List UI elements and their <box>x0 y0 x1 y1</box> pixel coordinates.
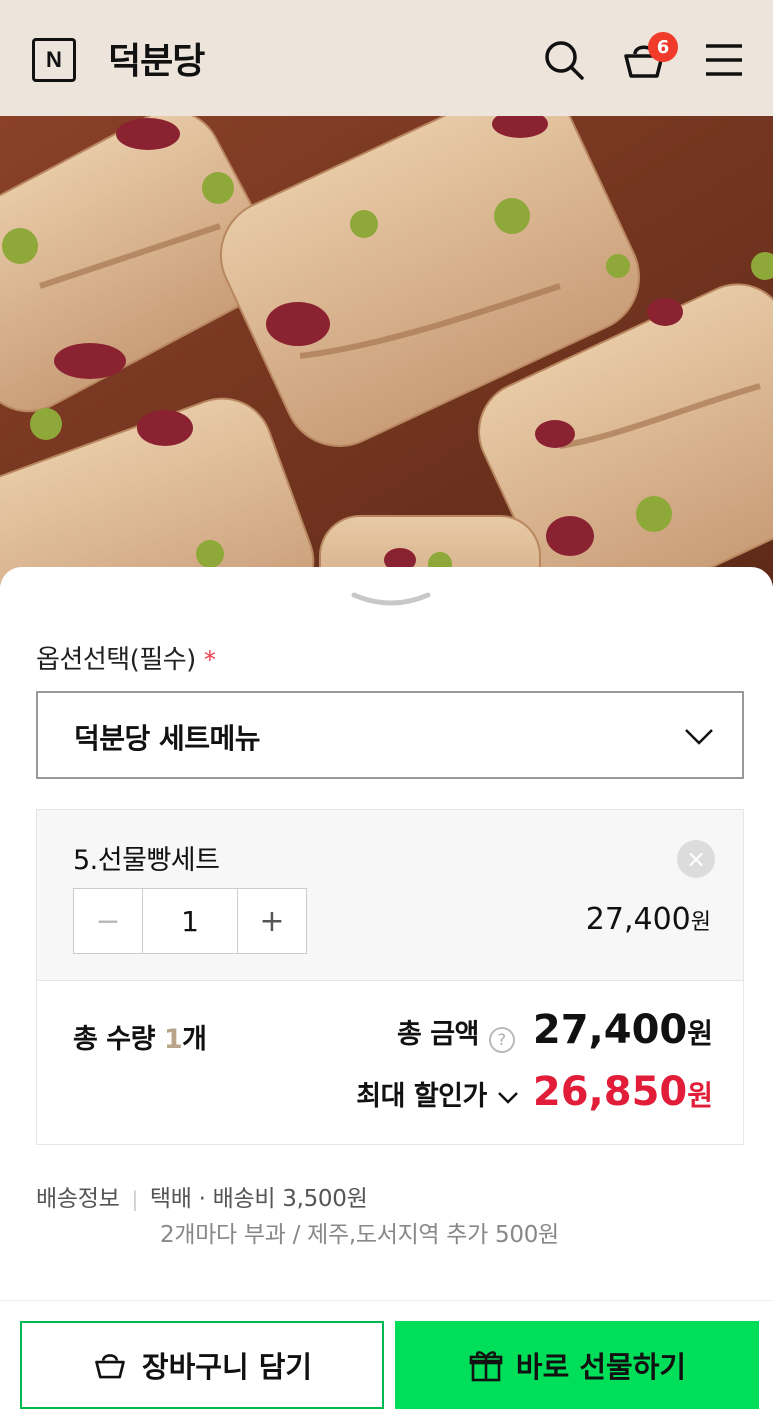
total-amount-value: 27,400 <box>532 1007 688 1053</box>
quantity-stepper: − 1 + <box>73 888 307 954</box>
shipping-note: 2개마다 부과 / 제주,도서지역 추가 500원 <box>160 1222 559 1248</box>
selected-item-card: 5.선물빵세트 × − 1 + 27,400원 <box>36 809 744 981</box>
total-summary: 총 수량 1개 총 금액 ? 27,400 원 최대 할인가 26,850 원 <box>36 981 744 1145</box>
close-icon: × <box>685 845 707 873</box>
selected-option-value: 덕분당 세트메뉴 <box>74 722 261 755</box>
sheet-collapse-handle[interactable] <box>350 589 432 611</box>
shipping-separator: | <box>131 1187 138 1211</box>
selected-item-name: 5.선물빵세트 <box>73 845 220 876</box>
help-icon[interactable]: ? <box>488 1026 515 1053</box>
add-to-cart-label: 장바구니 담기 <box>141 1350 313 1384</box>
product-image <box>0 116 773 586</box>
option-bottom-sheet: 옵션선택(필수) * 덕분당 세트메뉴 5.선물빵세트 × − 1 + 27,40… <box>0 567 773 1423</box>
option-section-label: 옵션선택(필수) * <box>36 639 216 676</box>
max-discount-unit: 원 <box>687 1079 713 1112</box>
total-quantity-unit: 개 <box>182 1024 207 1055</box>
chevron-down-icon <box>497 1092 518 1104</box>
naver-logo-icon[interactable]: N <box>32 38 76 82</box>
total-quantity-value: 1 <box>163 1024 183 1055</box>
chevron-down-icon <box>685 729 713 745</box>
max-discount-value: 26,850 <box>532 1069 688 1115</box>
search-icon <box>545 41 584 80</box>
item-price-unit: 원 <box>690 910 711 935</box>
cart-count-badge: 6 <box>648 32 678 62</box>
shopping-bag-icon <box>95 1354 125 1379</box>
total-amount: 총 금액 ? 27,400 원 <box>397 1007 713 1053</box>
max-discount-price[interactable]: 최대 할인가 26,850 원 <box>356 1069 713 1115</box>
menu-button[interactable] <box>700 36 748 84</box>
store-name[interactable]: 덕분당 <box>108 32 205 84</box>
increase-quantity-button[interactable]: + <box>238 889 306 953</box>
gift-now-label: 바로 선물하기 <box>515 1350 687 1384</box>
shipping-fee: 택배 · 배송비 3,500원 <box>149 1186 368 1212</box>
option-label-text: 옵션선택(필수) <box>36 645 196 675</box>
shipping-label: 배송정보 <box>36 1186 120 1212</box>
search-button[interactable] <box>540 36 588 84</box>
item-price: 27,400원 <box>586 902 711 937</box>
chevron-down-icon <box>351 592 431 606</box>
add-to-cart-button[interactable]: 장바구니 담기 <box>20 1321 384 1409</box>
quantity-value[interactable]: 1 <box>142 889 238 953</box>
total-amount-unit: 원 <box>687 1017 713 1050</box>
total-quantity-label: 총 수량 <box>73 1024 164 1055</box>
option-select-dropdown[interactable]: 덕분당 세트메뉴 <box>36 691 744 779</box>
decrease-quantity-button[interactable]: − <box>74 889 142 953</box>
required-mark: * <box>203 646 216 674</box>
gift-now-button[interactable]: 바로 선물하기 <box>395 1321 759 1409</box>
total-amount-label: 총 금액 <box>396 1019 479 1050</box>
gift-icon <box>469 1351 503 1382</box>
total-quantity: 총 수량 1개 <box>73 1017 207 1056</box>
hamburger-menu-icon <box>706 44 742 76</box>
shipping-info: 배송정보 | 택배 · 배송비 3,500원 <box>36 1179 368 1213</box>
item-price-value: 27,400 <box>585 902 691 937</box>
remove-item-button[interactable]: × <box>677 840 715 878</box>
top-header: N 덕분당 6 <box>0 0 773 116</box>
max-discount-label: 최대 할인가 <box>356 1081 487 1112</box>
purchase-action-bar: 장바구니 담기 바로 선물하기 <box>0 1300 773 1423</box>
